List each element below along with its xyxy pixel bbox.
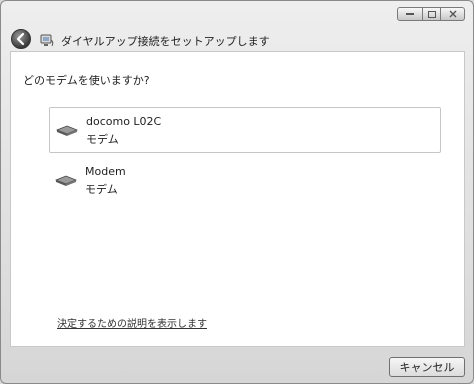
- maximize-icon: [427, 10, 436, 18]
- title-bar: ダイヤルアップ接続をセットアップします: [1, 1, 473, 51]
- content-panel: どのモデムを使いますか? docomo L02C モデム Modem モデム 決…: [10, 51, 465, 347]
- help-link[interactable]: 決定するための説明を表示します: [57, 315, 207, 330]
- caption-buttons: [397, 7, 465, 21]
- minimize-icon: [406, 13, 414, 15]
- modem-name: Modem: [85, 165, 126, 178]
- modem-name: docomo L02C: [86, 115, 162, 128]
- cancel-button[interactable]: キャンセル: [389, 357, 465, 377]
- modem-kind: モデム: [86, 133, 119, 146]
- wizard-window: ダイヤルアップ接続をセットアップします どのモデムを使いますか? docomo …: [0, 0, 474, 384]
- modem-icon: [55, 175, 77, 186]
- minimize-button[interactable]: [397, 7, 423, 21]
- maximize-button[interactable]: [423, 7, 441, 21]
- window-title: ダイヤルアップ接続をセットアップします: [61, 35, 270, 48]
- close-button[interactable]: [441, 7, 465, 21]
- modem-icon: [56, 125, 78, 136]
- back-icon[interactable]: [11, 29, 31, 49]
- modem-kind: モデム: [85, 183, 118, 196]
- footer-bar: キャンセル: [1, 347, 473, 383]
- question-text: どのモデムを使いますか?: [23, 74, 150, 87]
- modem-option-docomo[interactable]: docomo L02C モデム: [49, 107, 441, 153]
- dialup-icon: [39, 33, 55, 47]
- modem-option-modem[interactable]: Modem モデム: [49, 158, 441, 204]
- close-icon: [449, 10, 456, 18]
